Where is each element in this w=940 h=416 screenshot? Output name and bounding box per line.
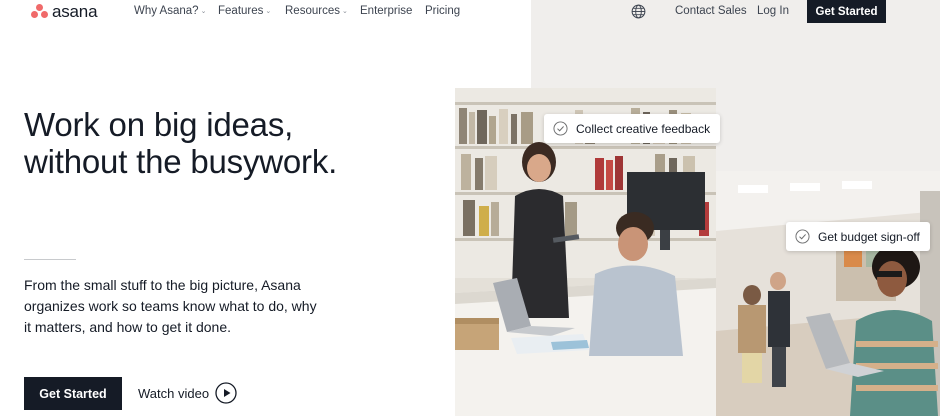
headline-line-2: without the busywork. [24,143,338,180]
collect-feedback-tag: Collect creative feedback [544,114,721,143]
hero-headline: Work on big ideas, without the busywork. [24,106,444,180]
nav-enterprise[interactable]: Enterprise [360,5,412,17]
check-circle-icon [795,229,810,244]
watch-video-link[interactable]: Watch video [138,382,237,404]
budget-signoff-tag: Get budget sign-off [786,222,930,251]
asana-logo-icon [31,4,48,19]
play-circle-icon [215,382,237,404]
check-circle-icon [553,121,568,136]
headline-line-1: Work on big ideas, [24,106,294,143]
logo-wordmark: asana [52,2,98,21]
nav-link-label: Enterprise [360,5,413,17]
hero-photo-workspace [716,171,940,416]
asana-logo[interactable]: asana [31,2,98,21]
hero-get-started-button[interactable]: Get Started [24,377,122,410]
nav-resources[interactable]: Resources ⌄ [285,5,348,17]
tag-label: Get budget sign-off [818,229,920,244]
tag-label: Collect creative feedback [576,121,711,136]
nav-link-label: Why Asana? [134,5,199,17]
nav-get-started-button[interactable]: Get Started [807,0,886,23]
log-in-link[interactable]: Log In [757,5,789,17]
nav-link-label: Features [218,5,264,17]
hero-subtext: From the small stuff to the big picture,… [24,277,317,335]
top-navigation: asana Why Asana? ⌄ Features ⌄ Resources ⌄ E… [0,0,940,24]
nav-why-asana[interactable]: Why Asana? ⌄ [134,5,206,17]
nav-pricing[interactable]: Pricing [425,5,460,17]
chevron-down-icon: ⌄ [341,8,348,15]
watch-video-label: Watch video [138,385,210,401]
contact-sales-link[interactable]: Contact Sales [675,5,747,17]
nav-link-label: Resources [285,5,340,17]
chevron-down-icon: ⌄ [265,8,272,15]
nav-features[interactable]: Features ⌄ [218,5,271,17]
nav-link-label: Pricing [425,5,461,17]
hero-divider [24,259,76,260]
globe-icon[interactable] [631,4,646,19]
chevron-down-icon: ⌄ [200,8,207,15]
